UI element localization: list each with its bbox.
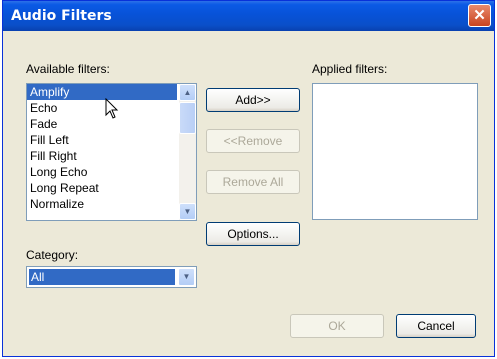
scroll-down-button[interactable]: ▼ — [179, 203, 196, 220]
applied-filters-list[interactable] — [312, 83, 478, 220]
cancel-button[interactable]: Cancel — [396, 314, 476, 338]
close-button[interactable]: ✕ — [468, 4, 491, 27]
options-button[interactable]: Options... — [206, 222, 300, 246]
add-button[interactable]: Add>> — [206, 88, 300, 112]
category-select[interactable]: All ▼ — [26, 266, 197, 288]
audio-filters-dialog: Audio Filters ✕ Available filters: Ampli… — [2, 0, 495, 357]
category-label: Category: — [26, 248, 79, 262]
chevron-down-icon: ▼ — [183, 207, 192, 216]
mouse-pointer-icon — [105, 98, 119, 119]
category-dropdown-button[interactable]: ▼ — [178, 268, 195, 286]
applied-filters-label: Applied filters: — [312, 62, 388, 76]
remove-all-button[interactable]: Remove All — [206, 170, 300, 194]
list-item[interactable]: Amplify — [27, 84, 177, 100]
dialog-title: Audio Filters — [11, 8, 112, 24]
list-item[interactable]: Long Echo — [27, 164, 196, 180]
chevron-up-icon: ▲ — [183, 88, 192, 97]
category-value: All — [29, 269, 175, 285]
list-item[interactable]: Normalize — [27, 196, 196, 212]
remove-button[interactable]: <<Remove — [206, 129, 300, 153]
scroll-thumb[interactable] — [179, 102, 196, 134]
ok-button[interactable]: OK — [290, 314, 384, 338]
title-bar[interactable]: Audio Filters ✕ — [3, 1, 494, 31]
list-item[interactable]: Fill Right — [27, 148, 196, 164]
chevron-down-icon: ▼ — [182, 272, 191, 281]
list-item[interactable]: Fill Left — [27, 132, 196, 148]
scroll-up-button[interactable]: ▲ — [179, 84, 196, 101]
list-scrollbar[interactable]: ▲ ▼ — [179, 84, 196, 220]
list-item[interactable]: Long Repeat — [27, 180, 196, 196]
close-icon: ✕ — [473, 7, 486, 24]
available-filters-label: Available filters: — [26, 62, 110, 76]
